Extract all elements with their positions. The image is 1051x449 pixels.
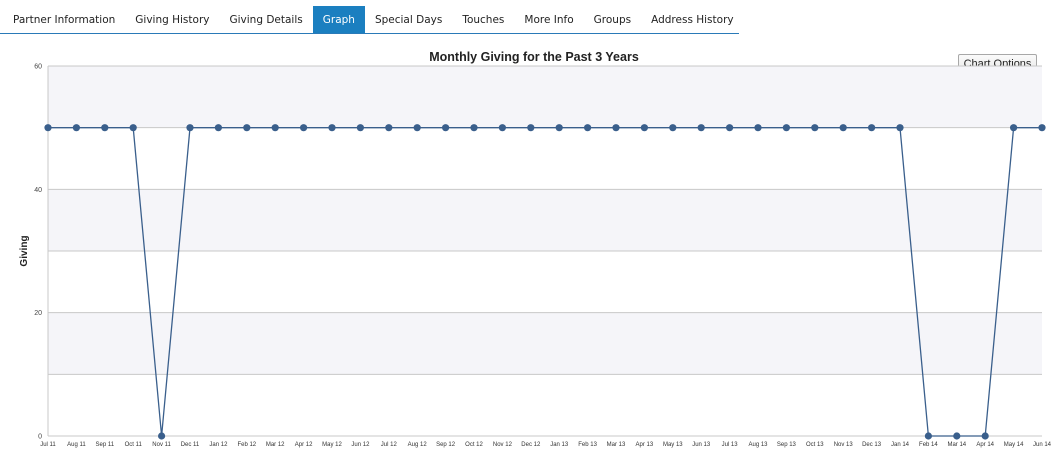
x-tick-label: Jan 13 <box>550 442 569 448</box>
x-tick-label: Sep 11 <box>96 442 115 448</box>
x-tick-label: Aug 11 <box>67 442 86 448</box>
x-tick-label: May 12 <box>322 442 342 448</box>
series-line <box>48 127 1042 437</box>
data-point <box>697 124 705 132</box>
y-axis-label: Giving <box>19 235 30 266</box>
x-tick-label: Apr 13 <box>636 442 654 448</box>
x-tick-label: Jul 12 <box>381 442 398 448</box>
x-tick-label: Feb 12 <box>237 442 256 448</box>
data-point <box>498 124 506 132</box>
x-tick-label: Jun 12 <box>351 442 370 448</box>
x-tick-label: May 13 <box>663 442 683 448</box>
data-point <box>271 124 279 132</box>
giving-chart: 0 20 40 60 Jul 11 Aug 11 Sep 11 Oct 11 Nov 11 Dec… <box>19 50 1051 448</box>
y-tick-label: 0 <box>38 434 42 441</box>
data-point <box>726 124 734 132</box>
grid-band <box>48 66 1042 128</box>
x-tick-label: Jun 13 <box>692 442 711 448</box>
x-tick-label: Apr 12 <box>295 442 313 448</box>
data-point <box>640 124 649 132</box>
data-point <box>186 124 194 132</box>
data-point <box>754 124 762 132</box>
data-point <box>1010 124 1018 132</box>
data-point <box>328 124 336 132</box>
x-tick-label: Apr 14 <box>976 442 994 448</box>
x-tick-label: Oct 11 <box>125 442 143 448</box>
data-point <box>868 124 876 132</box>
data-point <box>300 124 308 132</box>
data-point <box>1038 124 1046 132</box>
data-point <box>839 124 847 132</box>
data-point <box>981 432 989 440</box>
x-tick-label: Nov 12 <box>493 442 513 448</box>
data-point <box>44 124 52 132</box>
data-point <box>385 124 393 132</box>
data-point <box>101 124 109 132</box>
data-point <box>669 124 677 132</box>
data-point <box>158 432 166 440</box>
x-tick-label: Feb 13 <box>578 442 597 448</box>
data-point <box>896 124 904 132</box>
x-tick-label: Nov 11 <box>152 442 171 448</box>
data-point <box>584 124 592 132</box>
x-tick-label: Jul 11 <box>40 442 56 448</box>
x-tick-label: Aug 13 <box>748 442 768 448</box>
data-point <box>953 432 961 440</box>
chart-title: Monthly Giving for the Past 3 Years <box>429 50 639 64</box>
data-point <box>527 124 535 132</box>
data-point <box>555 124 563 132</box>
grid-band <box>48 189 1042 251</box>
data-point <box>811 124 819 132</box>
data-point <box>782 124 791 132</box>
data-point <box>470 124 478 132</box>
data-point <box>413 124 421 132</box>
data-point <box>129 124 137 132</box>
x-tick-label: Jun 14 <box>1033 442 1051 448</box>
x-tick-label: Jan 14 <box>891 442 910 448</box>
x-tick-label: Sep 13 <box>777 442 797 448</box>
x-tick-label: Dec 13 <box>862 442 882 448</box>
y-tick-label: 60 <box>34 64 42 71</box>
x-tick-label: Feb 14 <box>919 442 938 448</box>
y-tick-label: 40 <box>34 187 42 194</box>
data-point <box>442 124 450 132</box>
data-point <box>924 432 933 440</box>
x-tick-label: Oct 13 <box>806 442 824 448</box>
x-tick-label: Mar 13 <box>607 442 626 448</box>
x-tick-label: Sep 12 <box>436 442 456 448</box>
x-tick-label: Dec 12 <box>521 442 541 448</box>
data-point <box>356 124 364 132</box>
y-tick-label: 20 <box>34 310 42 317</box>
x-tick-label: Jan 12 <box>209 442 228 448</box>
data-point <box>243 124 251 132</box>
data-point <box>214 124 222 132</box>
data-point <box>612 124 620 132</box>
x-tick-label: Dec 11 <box>181 442 200 448</box>
data-point <box>72 124 80 132</box>
x-tick-label: Jul 13 <box>722 442 739 448</box>
x-tick-label: Mar 12 <box>266 442 285 448</box>
x-tick-label: Oct 12 <box>465 442 483 448</box>
x-tick-label: Mar 14 <box>947 442 966 448</box>
x-tick-label: Nov 13 <box>834 442 854 448</box>
x-tick-label: May 14 <box>1004 442 1024 448</box>
grid-band <box>48 312 1042 375</box>
x-tick-label: Aug 12 <box>408 442 428 448</box>
